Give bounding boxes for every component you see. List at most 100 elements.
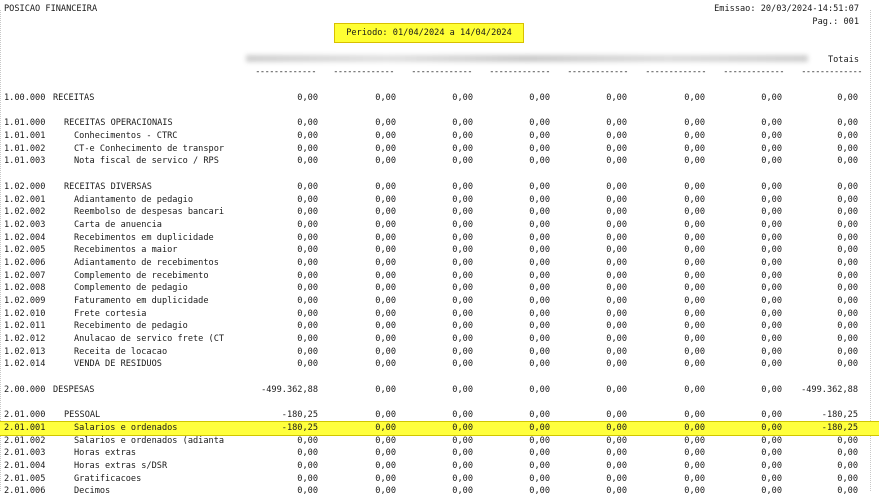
period-value: 0,00	[297, 207, 318, 218]
table-row: 2.01.004 Horas extras s/DSR 0,00 0,00 0,00 0,…	[0, 460, 879, 473]
total-value: 0,00	[837, 334, 858, 345]
account-description: Recebimentos em duplicidade	[74, 232, 214, 243]
account-description: Decimos	[74, 486, 111, 497]
report-rows: 1.00.000 RECEITAS 0,00 0,00 0,00 0,00 0,00 0,00…	[0, 92, 879, 498]
period-value: 0,00	[297, 131, 318, 142]
period-value: 0,00	[452, 422, 473, 433]
period-value: 0,00	[375, 308, 396, 319]
table-row: 2.01.005 Gratificacoes 0,00 0,00 0,00 0,00 0,0…	[0, 473, 879, 486]
account-description: RECEITAS DIVERSAS	[64, 181, 152, 192]
period-value: 0,00	[452, 93, 473, 103]
period-value: 0,00	[761, 143, 782, 154]
period-value: 0,00	[684, 245, 705, 256]
period-value: 0,00	[684, 219, 705, 230]
period-value: 0,00	[452, 473, 473, 484]
period-value: 0,00	[606, 321, 627, 332]
account-code: 1.01.003	[4, 156, 46, 167]
table-row: 2.00.000 DESPESAS -499.362,88 0,00 0,00 0,00 0…	[0, 384, 879, 397]
period-value: 0,00	[761, 346, 782, 357]
period-value: 0,00	[529, 143, 550, 154]
period-value: 0,00	[452, 448, 473, 459]
period-value: 0,00	[684, 486, 705, 497]
table-row: 2.01.002 Salarios e ordenados (adianta 0,0…	[0, 435, 879, 448]
period-value: 0,00	[297, 296, 318, 306]
period-value: 0,00	[606, 194, 627, 205]
period-value: 0,00	[297, 448, 318, 459]
period-value: 0,00	[761, 232, 782, 243]
account-code: 1.02.013	[4, 346, 46, 357]
period-value: 0,00	[761, 486, 782, 497]
period-value: 0,00	[297, 181, 318, 192]
period-value: 0,00	[761, 410, 782, 421]
period-value: 0,00	[606, 93, 627, 103]
period-value: 0,00	[375, 93, 396, 103]
period-value: 0,00	[375, 270, 396, 281]
period-value: 0,00	[452, 118, 473, 129]
blank-row	[0, 397, 879, 410]
period-value: 0,00	[529, 257, 550, 268]
account-code: 1.02.001	[4, 194, 46, 205]
period-value: 0,00	[297, 245, 318, 256]
account-description: Conhecimentos - CTRC	[74, 131, 178, 142]
account-description: Complemento de pedagio	[74, 283, 188, 294]
period-value: 0,00	[684, 131, 705, 142]
period-value: 0,00	[529, 93, 550, 103]
period-value: 0,00	[375, 207, 396, 218]
period-value: 0,00	[761, 296, 782, 306]
period-value: 0,00	[452, 486, 473, 497]
period-value: 0,00	[761, 308, 782, 319]
period-value: 0,00	[375, 410, 396, 421]
period-value: 0,00	[606, 486, 627, 497]
account-code: 1.02.005	[4, 245, 46, 256]
table-row: 1.02.006 Adiantamento de recebimentos 0,00…	[0, 257, 879, 270]
period-value: 0,00	[529, 118, 550, 129]
period-value: 0,00	[297, 93, 318, 103]
period-value: 0,00	[684, 194, 705, 205]
account-description: Complemento de recebimento	[74, 270, 209, 281]
period-value: -499.362,88	[261, 384, 318, 395]
blank-row	[0, 371, 879, 384]
account-code: 2.01.005	[4, 473, 46, 484]
period-value: 0,00	[452, 156, 473, 167]
period-value: 0,00	[452, 410, 473, 421]
blurred-column-headers	[246, 55, 808, 62]
period-value: 0,00	[684, 283, 705, 294]
report-title: POSICAO FINANCEIRA	[4, 4, 98, 14]
period-value: 0,00	[606, 207, 627, 218]
account-description: Reembolso de despesas bancari	[74, 207, 225, 218]
period-value: 0,00	[684, 257, 705, 268]
period-value: 0,00	[761, 473, 782, 484]
period-value: 0,00	[606, 308, 627, 319]
period-value: 0,00	[684, 207, 705, 218]
period-value: 0,00	[375, 232, 396, 243]
table-row: 1.02.001 Adiantamento de pedagio 0,00 0,00 0…	[0, 194, 879, 207]
account-code: 1.02.004	[4, 232, 46, 243]
account-description: PESSOAL	[64, 410, 101, 421]
period-value: 0,00	[761, 359, 782, 370]
account-code: 2.01.004	[4, 460, 46, 471]
period-value: 0,00	[452, 460, 473, 471]
total-value: 0,00	[837, 156, 858, 167]
period-value: 0,00	[529, 359, 550, 370]
period-value: 0,00	[529, 473, 550, 484]
period-badge: Periodo: 01/04/2024 a 14/04/2024	[334, 23, 524, 43]
period-value: 0,00	[452, 435, 473, 446]
period-value: 0,00	[606, 143, 627, 154]
period-value: 0,00	[684, 410, 705, 421]
period-value: 0,00	[684, 93, 705, 103]
period-value: 0,00	[452, 232, 473, 243]
table-row: 2.01.000 PESSOAL -180,25 0,00 0,00 0,00 0,00 0,…	[0, 409, 879, 422]
period-value: 0,00	[684, 384, 705, 395]
period-value: 0,00	[297, 156, 318, 167]
total-value: 0,00	[837, 473, 858, 484]
column-dash: -------------	[645, 67, 706, 77]
account-code: 1.02.008	[4, 283, 46, 294]
period-value: 0,00	[529, 219, 550, 230]
total-value: 0,00	[837, 232, 858, 243]
period-value: 0,00	[606, 270, 627, 281]
account-code: 1.01.001	[4, 131, 46, 142]
period-value: -180,25	[281, 410, 318, 421]
account-code: 1.02.002	[4, 207, 46, 218]
period-value: 0,00	[761, 334, 782, 345]
period-value: 0,00	[297, 219, 318, 230]
